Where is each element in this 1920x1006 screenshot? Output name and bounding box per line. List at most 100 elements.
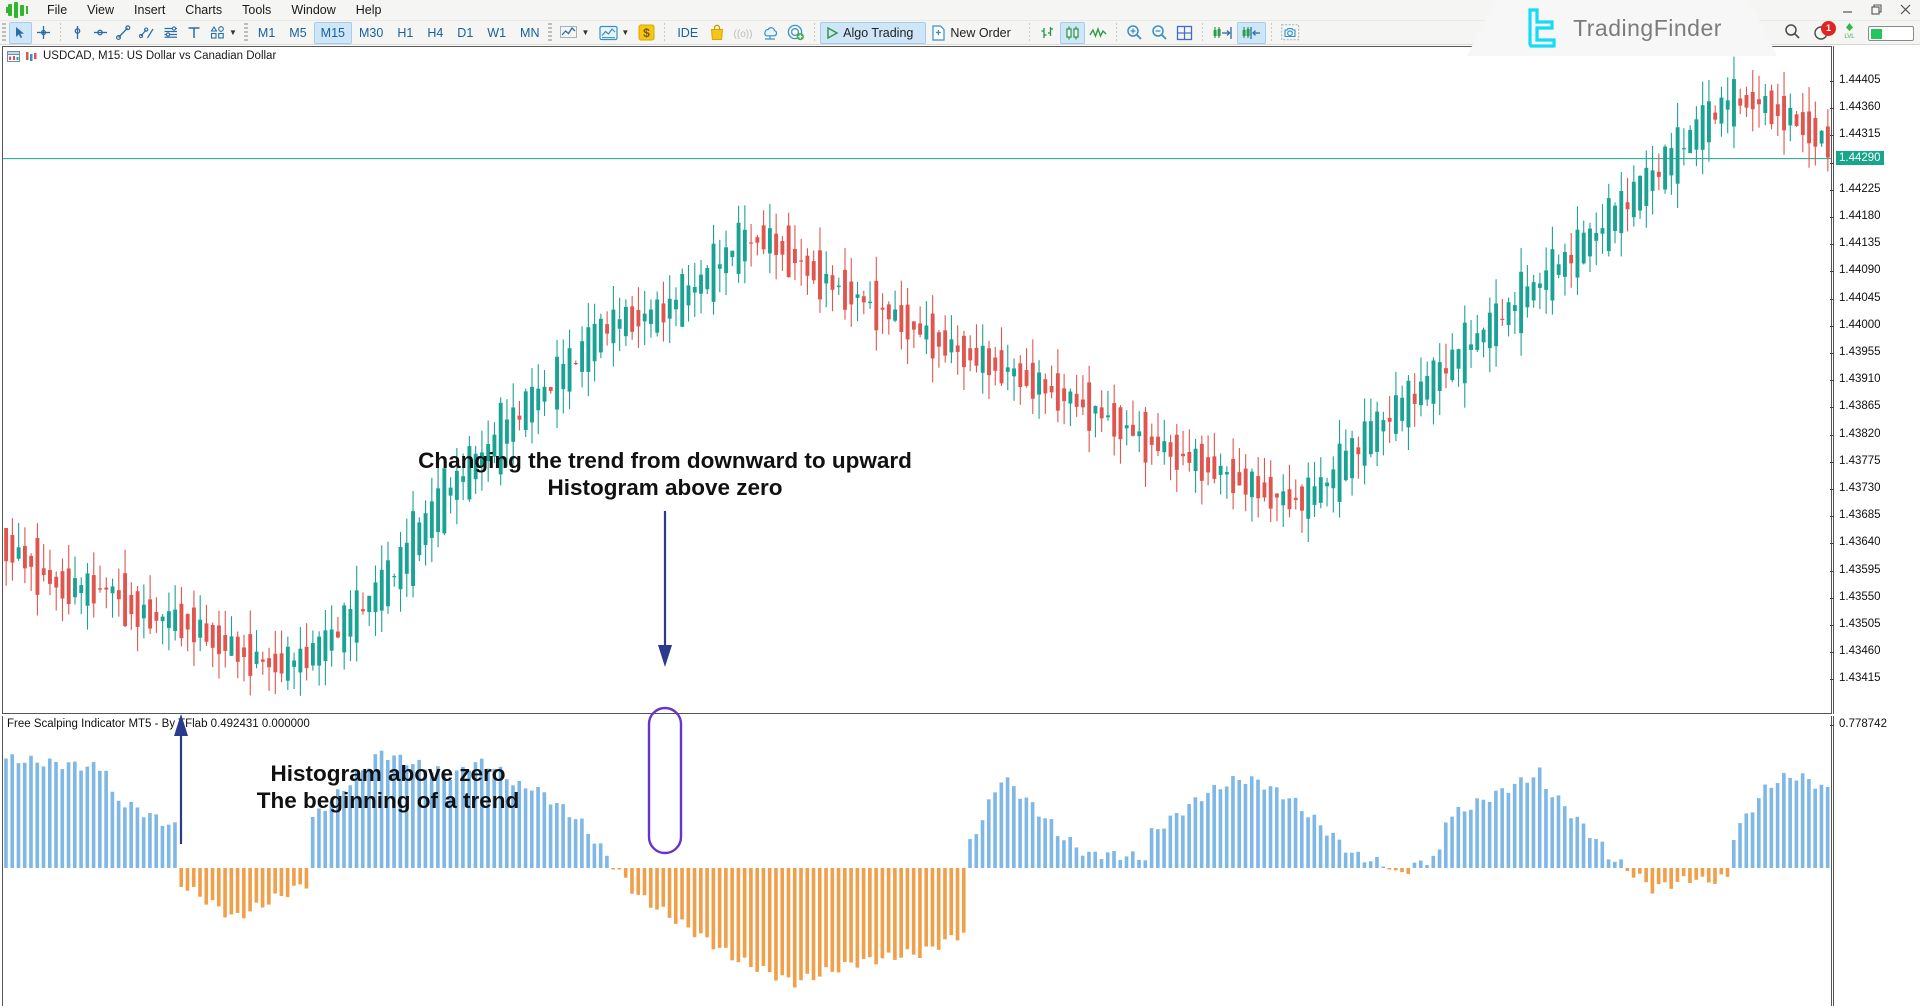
price-tick: 1.44045 xyxy=(1830,292,1881,304)
menu-item-help[interactable]: Help xyxy=(346,1,392,19)
price-tick: 1.44225 xyxy=(1830,183,1881,195)
timeframe-m30-button[interactable]: M30 xyxy=(352,22,390,44)
price-tick: 1.44405 xyxy=(1830,74,1881,86)
brand-name: TradingFinder xyxy=(1573,14,1722,41)
menu-item-tools[interactable]: Tools xyxy=(232,1,281,19)
window-controls xyxy=(1839,2,1914,16)
notification-count-badge: 1 xyxy=(1821,20,1836,36)
annotation-arrow-top xyxy=(658,511,672,667)
maximize-restore-icon[interactable] xyxy=(1868,2,1885,16)
price-tick: 1.43820 xyxy=(1830,428,1881,440)
grid-icon[interactable] xyxy=(1172,22,1197,44)
copy-trading-icon[interactable] xyxy=(783,22,809,44)
shapes-dropdown-caret[interactable]: ▼ xyxy=(229,28,237,37)
indicator-pane[interactable]: Free Scalping Indicator MT5 - By TFlab 0… xyxy=(2,706,1832,1006)
menu-item-charts[interactable]: Charts xyxy=(175,1,232,19)
right-status-cluster: 1 LVL xyxy=(1784,20,1914,45)
timeframe-w1-button[interactable]: W1 xyxy=(480,22,513,44)
templates-icon[interactable]: ▼ xyxy=(594,22,634,44)
price-tick: 1.44135 xyxy=(1830,237,1881,249)
indicators-dropdown-caret[interactable]: ▼ xyxy=(581,28,589,37)
price-axis[interactable]: 1.444051.443601.443151.442701.442251.441… xyxy=(1830,46,1920,714)
text-tool-button[interactable] xyxy=(183,22,205,44)
price-tick: 1.43550 xyxy=(1830,591,1881,603)
toolbar-grip-indicators[interactable] xyxy=(548,23,553,42)
line-chart-icon[interactable] xyxy=(1085,22,1111,44)
new-order-label: New Order xyxy=(950,25,1011,40)
lvl-icon[interactable]: LVL xyxy=(1841,22,1858,45)
price-tick: 1.43910 xyxy=(1830,373,1881,385)
close-icon[interactable] xyxy=(1897,2,1914,16)
price-tick: 1.43505 xyxy=(1830,618,1881,630)
templates-dropdown-caret[interactable]: ▼ xyxy=(621,28,629,37)
timeframe-h4-button[interactable]: H4 xyxy=(420,22,450,44)
screenshot-icon[interactable] xyxy=(1277,22,1304,44)
metatrader-logo-icon xyxy=(5,2,31,19)
horizontal-line-tool-button[interactable] xyxy=(89,22,112,44)
toolbar-grip-timeframes[interactable] xyxy=(243,23,248,42)
toolbar-separator-5 xyxy=(1115,23,1117,42)
chart-shift-left-icon[interactable] xyxy=(1236,21,1266,44)
crosshair-tool-button[interactable] xyxy=(32,22,55,44)
price-tick: 1.43640 xyxy=(1830,536,1881,548)
candlestick-chart-icon[interactable] xyxy=(1059,21,1085,44)
vertical-line-tool-button[interactable] xyxy=(66,22,89,44)
price-tick: 1.43955 xyxy=(1830,346,1881,358)
menu-item-window[interactable]: Window xyxy=(281,1,345,19)
price-tick: 1.44000 xyxy=(1830,319,1881,331)
menu-item-file[interactable]: File xyxy=(37,1,77,19)
timeframe-m5-button[interactable]: M5 xyxy=(282,22,313,44)
cloud-vps-icon[interactable] xyxy=(757,22,783,44)
svg-text:((o)): ((o)) xyxy=(734,29,753,40)
zoom-in-icon[interactable] xyxy=(1122,22,1147,44)
menu-item-view[interactable]: View xyxy=(77,1,124,19)
toolbar-separator-3 xyxy=(814,23,816,42)
chart-shift-right-icon[interactable] xyxy=(1208,22,1237,44)
menu-item-insert[interactable]: Insert xyxy=(124,1,175,19)
toolbar-separator-6 xyxy=(1201,23,1203,42)
indicator-scale-top: 0.778742 xyxy=(1830,718,1887,730)
timeframe-h1-button[interactable]: H1 xyxy=(390,22,420,44)
svg-text:LVL: LVL xyxy=(1844,34,1855,40)
notification-bell-icon[interactable]: 1 xyxy=(1811,20,1836,44)
new-order-button[interactable]: New Order xyxy=(926,22,1023,44)
annotation-arrow-bottom xyxy=(174,714,188,844)
toolbar-separator-4 xyxy=(1028,23,1030,42)
toolbar-separator-7 xyxy=(1270,23,1272,42)
svg-text:$: $ xyxy=(643,26,650,40)
timeframe-m1-button[interactable]: M1 xyxy=(251,22,282,44)
price-tick: 1.43775 xyxy=(1830,455,1881,467)
price-chart-pane[interactable]: USDCAD, M15: US Dollar vs Canadian Dolla… xyxy=(2,46,1832,714)
toolbar-separator-2 xyxy=(664,23,666,42)
toolbar-separator xyxy=(60,23,61,42)
timeframe-m15-button[interactable]: M15 xyxy=(313,21,352,44)
zoom-out-icon[interactable] xyxy=(1147,22,1172,44)
mt5-application-window: File View Insert Charts Tools Window Hel… xyxy=(0,0,1920,1006)
timeframe-mn-button[interactable]: MN xyxy=(513,22,546,44)
price-tick: 1.43415 xyxy=(1830,672,1881,684)
signals-icon[interactable]: ((o)) xyxy=(729,22,757,44)
toolbar-grip[interactable] xyxy=(2,23,6,42)
price-tick: 1.43865 xyxy=(1830,400,1881,412)
fibonacci-tool-button[interactable] xyxy=(159,22,183,44)
price-tick: 1.43730 xyxy=(1830,482,1881,494)
bar-chart-icon[interactable] xyxy=(1035,22,1060,44)
indicators-icon[interactable]: ▼ xyxy=(555,22,594,44)
price-tick: 1.44315 xyxy=(1830,128,1881,140)
shapes-tool-button[interactable]: ▼ xyxy=(205,22,242,44)
battery-indicator xyxy=(1868,26,1914,41)
market-bag-icon[interactable] xyxy=(705,22,729,44)
autotrading-dollar-icon[interactable]: $ xyxy=(634,22,659,44)
search-icon[interactable] xyxy=(1784,23,1801,45)
timeframe-d1-button[interactable]: D1 xyxy=(450,22,480,44)
cursor-tool-button[interactable] xyxy=(9,21,32,44)
polyline-tool-button[interactable] xyxy=(135,22,159,44)
minimize-icon[interactable] xyxy=(1839,2,1856,16)
price-tick: 1.43460 xyxy=(1830,645,1881,657)
algo-trading-button[interactable]: Algo Trading xyxy=(820,21,927,44)
algo-trading-label: Algo Trading xyxy=(843,25,914,40)
trendline-tool-button[interactable] xyxy=(112,22,135,44)
indicator-scale-axis[interactable]: 0.778742 -0.799803 xyxy=(1830,716,1920,1006)
price-tick: 1.44360 xyxy=(1830,101,1881,113)
ide-button[interactable]: IDE xyxy=(670,22,705,44)
